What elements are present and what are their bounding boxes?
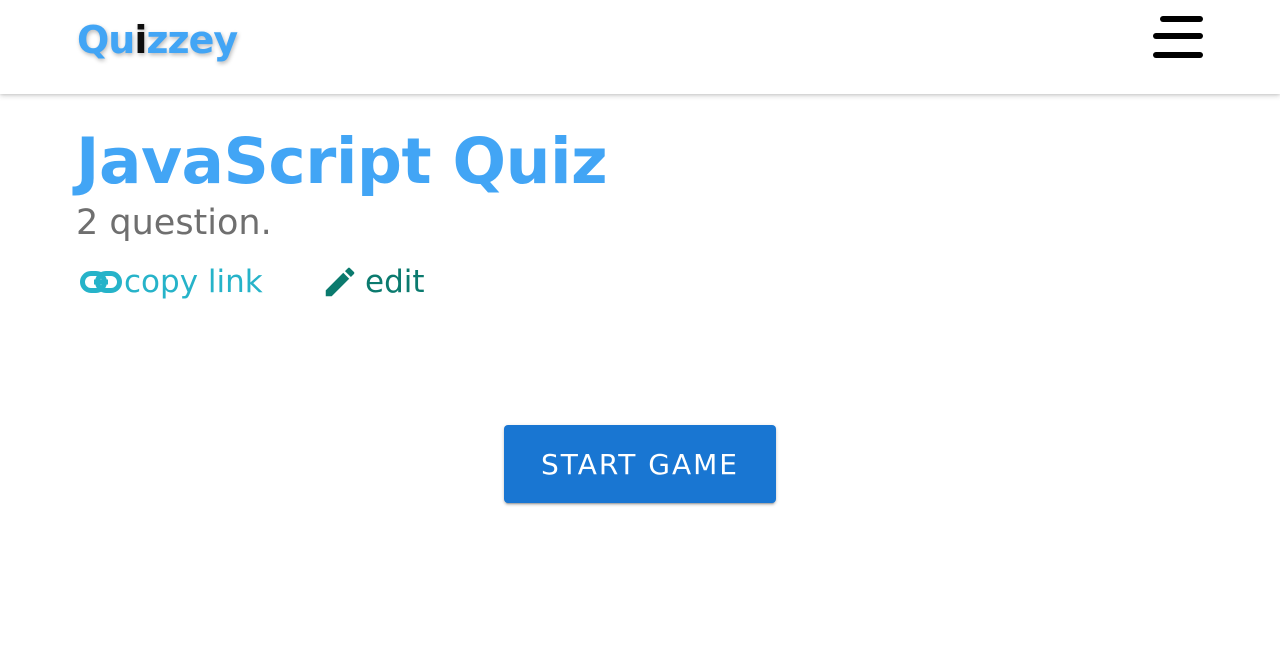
question-count: 2 question. — [76, 203, 272, 243]
top-navbar: Quizzey — [0, 0, 1280, 94]
start-game-button[interactable]: START GAME — [504, 425, 776, 503]
menu-bar-top — [1160, 16, 1203, 22]
quizzey-logo[interactable]: Quizzey — [77, 16, 238, 64]
copy-link-button[interactable]: copy link — [80, 260, 263, 304]
hamburger-menu-icon[interactable] — [1150, 14, 1206, 64]
menu-bar-middle — [1153, 33, 1203, 39]
pencil-icon — [321, 260, 359, 304]
menu-bar-bottom — [1153, 52, 1203, 58]
logo-part-qu: Qu — [77, 18, 135, 62]
edit-button[interactable]: edit — [321, 260, 425, 304]
copy-link-label: copy link — [124, 264, 263, 300]
edit-label: edit — [365, 264, 425, 300]
logo-part-i: i — [134, 18, 147, 62]
quiz-title: JavaScript Quiz — [76, 125, 608, 198]
link-icon — [80, 260, 122, 304]
logo-part-zzey: zzey — [146, 18, 238, 62]
